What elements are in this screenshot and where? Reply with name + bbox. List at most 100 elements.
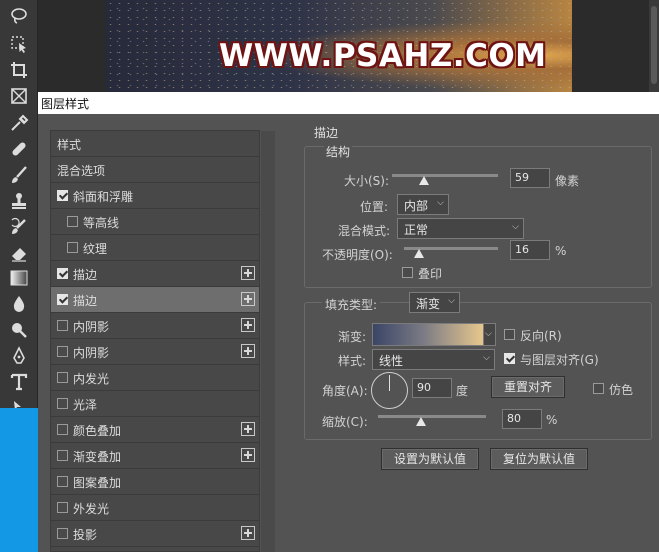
style-checkbox[interactable] [57, 268, 68, 279]
style-checkbox[interactable] [67, 242, 78, 253]
angle-label: 角度(A): [322, 384, 368, 398]
reset-to-default-button[interactable]: 复位为默认值 [490, 448, 588, 470]
style-checkbox[interactable] [57, 424, 68, 435]
dodge-tool-icon[interactable] [9, 320, 29, 340]
add-style-icon[interactable] [241, 318, 255, 332]
style-list-item[interactable]: 渐变叠加 [51, 443, 259, 469]
opacity-input[interactable]: 16 [510, 240, 550, 260]
chevron-down-icon: ⌵ [485, 329, 492, 339]
style-list-item[interactable]: 投影 [51, 521, 259, 547]
style-list-item[interactable]: 外发光 [51, 495, 259, 521]
angle-dial[interactable] [371, 372, 408, 409]
style-checkbox[interactable] [57, 398, 68, 409]
style-checkbox[interactable] [57, 528, 68, 539]
dialog-titlebar[interactable]: 图层样式 [38, 92, 659, 114]
add-style-icon[interactable] [241, 344, 255, 358]
clone-stamp-tool-icon[interactable] [9, 191, 29, 211]
lasso-tool-icon[interactable] [9, 6, 29, 26]
blend-mode-label: 混合模式: [338, 224, 391, 238]
eyedropper-tool-icon[interactable] [9, 113, 29, 133]
style-list-item[interactable]: 描边 [51, 287, 259, 313]
style-list-scrollbar[interactable] [261, 131, 275, 552]
frame-tool-icon[interactable] [9, 86, 29, 106]
style-list-item-label: 描边 [73, 294, 98, 308]
style-list-item[interactable]: 斜面和浮雕 [51, 183, 259, 209]
gradient-tool-icon[interactable] [9, 268, 29, 288]
style-checkbox[interactable] [57, 190, 68, 201]
blur-tool-icon[interactable] [9, 294, 29, 314]
blend-mode-select-value: 正常 [404, 223, 429, 237]
dither-checkbox[interactable] [593, 383, 604, 394]
pen-tool-icon[interactable] [9, 346, 29, 366]
scale-slider-knob[interactable] [416, 417, 427, 426]
canvas-scrollbar[interactable] [649, 0, 659, 92]
reset-alignment-button[interactable]: 重置对齐 [491, 376, 565, 398]
eraser-tool-icon[interactable] [9, 243, 29, 263]
style-checkbox[interactable] [57, 372, 68, 383]
gradient-style-select[interactable]: 线性 ⌵ [372, 349, 495, 370]
reverse-label: 反向(R) [520, 329, 562, 343]
position-select[interactable]: 内部 ⌵ [397, 194, 449, 215]
brush-tool-icon[interactable] [9, 165, 29, 185]
size-slider-knob[interactable] [418, 176, 429, 185]
style-checkbox[interactable] [57, 346, 68, 357]
style-list-item-label: 光泽 [73, 398, 98, 412]
style-list-item[interactable]: 纹理 [51, 235, 259, 261]
document-image: WWW.PSAHZ.COM [106, 0, 572, 92]
style-list-item-label: 描边 [73, 268, 98, 282]
angle-input[interactable]: 90 [412, 378, 452, 398]
chevron-down-icon: ⌵ [437, 198, 444, 208]
chevron-down-icon: ⌵ [483, 353, 490, 363]
list-header-styles[interactable]: 样式 [51, 131, 259, 157]
style-list-item[interactable]: 光泽 [51, 391, 259, 417]
position-select-value: 内部 [404, 199, 429, 213]
crop-tool-icon[interactable] [9, 60, 29, 80]
style-list-item-label: 投影 [73, 528, 98, 542]
path-select-tool-icon[interactable] [9, 396, 29, 411]
style-list-item-label: 图案叠加 [73, 476, 122, 490]
style-checkbox[interactable] [57, 320, 68, 331]
style-list-item[interactable]: 内阴影 [51, 339, 259, 365]
size-label: 大小(S): [344, 174, 390, 188]
reverse-checkbox[interactable] [504, 329, 515, 340]
blend-mode-select[interactable]: 正常 ⌵ [397, 218, 524, 239]
scale-input[interactable]: 80 [502, 409, 542, 429]
size-slider-track[interactable] [392, 174, 498, 177]
scale-slider-track[interactable] [378, 415, 486, 418]
gradient-picker-button[interactable]: ⌵ [484, 323, 496, 346]
style-list-item[interactable]: 颜色叠加 [51, 417, 259, 443]
list-header-blending-options[interactable]: 混合选项 [51, 157, 259, 183]
size-input[interactable]: 59 [510, 168, 550, 188]
healing-brush-tool-icon[interactable] [9, 139, 29, 159]
add-style-icon[interactable] [241, 422, 255, 436]
add-style-icon[interactable] [241, 292, 255, 306]
structure-group [304, 146, 652, 288]
style-list: 样式 混合选项 斜面和浮雕 等高线 纹理 描边 描边 内阴影 内阴影 内发光 光泽 颜色叠加 渐变叠… [50, 130, 275, 552]
opacity-slider-knob[interactable] [414, 249, 425, 258]
make-default-button[interactable]: 设置为默认值 [381, 448, 479, 470]
fill-type-select[interactable]: 渐变 ⌵ [409, 292, 460, 313]
add-style-icon[interactable] [241, 266, 255, 280]
style-checkbox[interactable] [57, 502, 68, 513]
style-checkbox[interactable] [57, 476, 68, 487]
add-style-icon[interactable] [241, 448, 255, 462]
align-with-layer-label: 与图层对齐(G) [520, 353, 599, 367]
style-checkbox[interactable] [67, 216, 78, 227]
type-tool-icon[interactable] [9, 372, 29, 392]
history-brush-tool-icon[interactable] [9, 217, 29, 237]
style-list-item[interactable]: 图案叠加 [51, 469, 259, 495]
overprint-checkbox[interactable] [402, 267, 413, 278]
style-list-item[interactable]: 等高线 [51, 209, 259, 235]
style-list-item[interactable]: 描边 [51, 261, 259, 287]
gradient-swatch[interactable] [372, 323, 484, 346]
style-label: 样式: [338, 354, 367, 368]
style-list-item-label: 内发光 [73, 372, 110, 386]
object-select-tool-icon[interactable] [9, 34, 29, 54]
style-checkbox[interactable] [57, 294, 68, 305]
style-list-item-label: 内阴影 [73, 320, 110, 334]
align-with-layer-checkbox[interactable] [504, 353, 515, 364]
style-list-item[interactable]: 内发光 [51, 365, 259, 391]
style-list-item[interactable]: 内阴影 [51, 313, 259, 339]
style-checkbox[interactable] [57, 450, 68, 461]
add-style-icon[interactable] [241, 526, 255, 540]
